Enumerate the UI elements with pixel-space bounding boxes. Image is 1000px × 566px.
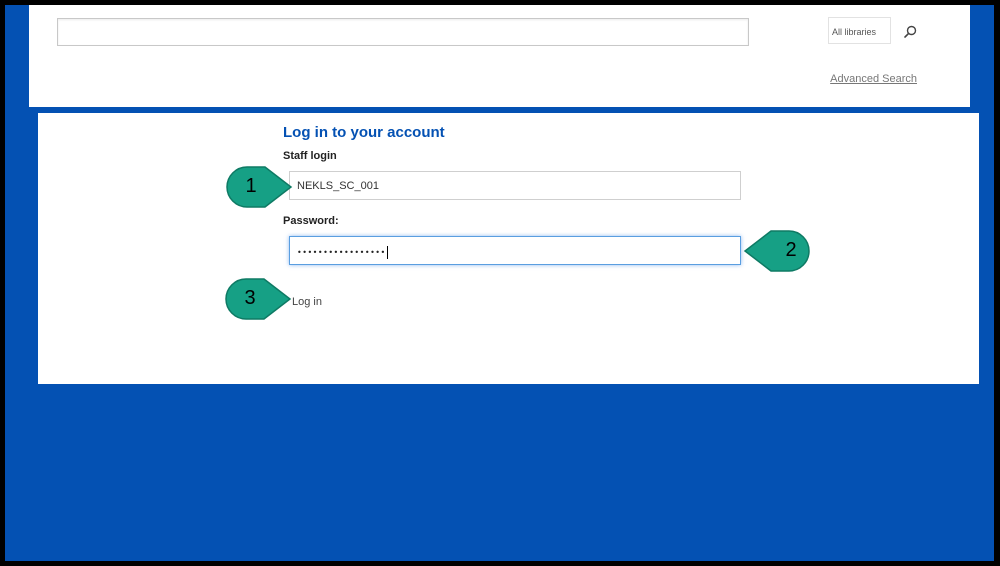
login-button[interactable]: Log in — [292, 296, 322, 308]
page-title: Log in to your account — [283, 124, 445, 141]
password-value: ••••••••••••••••• — [297, 248, 386, 257]
library-select[interactable]: All libraries — [828, 17, 891, 44]
search-input[interactable] — [57, 18, 749, 46]
callout-number-2: 2 — [785, 239, 797, 261]
password-field[interactable]: ••••••••••••••••• — [289, 236, 741, 265]
login-panel: Log in to your account Staff login NEKLS… — [38, 113, 979, 384]
staff-login-field[interactable]: NEKLS_SC_001 — [289, 171, 741, 200]
app-window: All libraries Advanced Search Log in to … — [5, 5, 994, 561]
advanced-search-link[interactable]: Advanced Search — [830, 73, 917, 85]
callout-number-3: 3 — [244, 287, 256, 309]
callout-number-1: 1 — [245, 175, 257, 197]
text-cursor — [386, 246, 388, 259]
search-icon — [904, 25, 917, 38]
password-label: Password: — [283, 215, 339, 227]
staff-login-label: Staff login — [283, 150, 337, 162]
search-button[interactable] — [899, 21, 921, 43]
search-header: All libraries Advanced Search — [29, 5, 970, 107]
